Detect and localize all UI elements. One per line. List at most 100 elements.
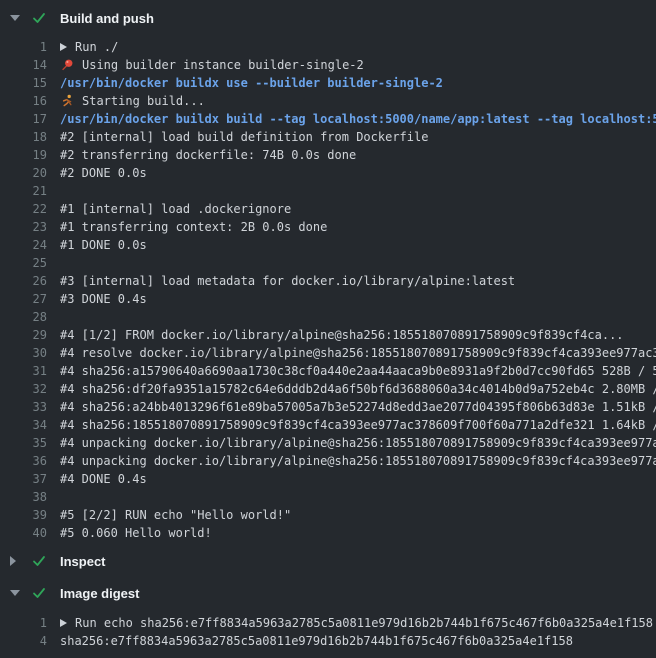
line-number[interactable]: 28 bbox=[0, 308, 60, 326]
line-text: #4 [1/2] FROM docker.io/library/alpine@s… bbox=[60, 326, 656, 344]
line-number[interactable]: 34 bbox=[0, 416, 60, 434]
line-content: #4 DONE 0.4s bbox=[60, 470, 147, 488]
line-content: #4 [1/2] FROM docker.io/library/alpine@s… bbox=[60, 326, 624, 344]
line-number[interactable]: 37 bbox=[0, 470, 60, 488]
line-number[interactable]: 35 bbox=[0, 434, 60, 452]
line-content: #4 unpacking docker.io/library/alpine@sh… bbox=[60, 434, 656, 452]
line-number[interactable]: 16 bbox=[0, 92, 60, 110]
line-text: Run ./ bbox=[60, 38, 656, 56]
line-text: /usr/bin/docker buildx build --tag local… bbox=[60, 110, 656, 128]
line-text: #5 0.060 Hello world! bbox=[60, 524, 656, 542]
log-line: 39#5 [2/2] RUN echo "Hello world!" bbox=[0, 506, 656, 524]
line-content: Starting build... bbox=[82, 92, 205, 110]
log-line: 30#4 resolve docker.io/library/alpine@sh… bbox=[0, 344, 656, 362]
line-content: #1 transferring context: 2B 0.0s done bbox=[60, 218, 327, 236]
success-check-icon bbox=[31, 553, 47, 569]
line-number[interactable]: 1 bbox=[0, 38, 60, 56]
line-number[interactable]: 32 bbox=[0, 380, 60, 398]
section-header-image-digest[interactable]: Image digest bbox=[0, 580, 656, 606]
line-number[interactable]: 30 bbox=[0, 344, 60, 362]
log-line: 28 bbox=[0, 308, 656, 326]
line-content: #2 [internal] load build definition from… bbox=[60, 128, 428, 146]
chevron-down-icon[interactable] bbox=[10, 15, 22, 21]
log-line: 20#2 DONE 0.0s bbox=[0, 164, 656, 182]
line-content: #5 0.060 Hello world! bbox=[60, 524, 212, 542]
line-text: /usr/bin/docker buildx use --builder bui… bbox=[60, 74, 656, 92]
log-line: 34#4 sha256:185518070891758909c9f839cf4c… bbox=[0, 416, 656, 434]
log-line: 37#4 DONE 0.4s bbox=[0, 470, 656, 488]
line-number[interactable]: 26 bbox=[0, 272, 60, 290]
section-header-build-and-push[interactable]: Build and push bbox=[0, 5, 656, 31]
line-content: #5 [2/2] RUN echo "Hello world!" bbox=[60, 506, 291, 524]
line-content: #2 DONE 0.0s bbox=[60, 164, 147, 182]
line-content: #2 transferring dockerfile: 74B 0.0s don… bbox=[60, 146, 356, 164]
line-content: #4 sha256:185518070891758909c9f839cf4ca3… bbox=[60, 416, 656, 434]
line-number[interactable]: 31 bbox=[0, 362, 60, 380]
line-number[interactable]: 39 bbox=[0, 506, 60, 524]
log-line: 24#1 DONE 0.0s bbox=[0, 236, 656, 254]
line-number[interactable]: 17 bbox=[0, 110, 60, 128]
section-header-inspect[interactable]: Inspect bbox=[0, 548, 656, 574]
log-line: 19#2 transferring dockerfile: 74B 0.0s d… bbox=[0, 146, 656, 164]
play-expander-icon[interactable] bbox=[60, 43, 67, 51]
line-number[interactable]: 1 bbox=[0, 614, 60, 632]
line-content: #4 sha256:a24bb4013296f61e89ba57005a7b3e… bbox=[60, 398, 656, 416]
line-content: /usr/bin/docker buildx build --tag local… bbox=[60, 110, 656, 128]
line-number[interactable]: 4 bbox=[0, 632, 60, 650]
log-line: 33#4 sha256:a24bb4013296f61e89ba57005a7b… bbox=[0, 398, 656, 416]
line-number[interactable]: 33 bbox=[0, 398, 60, 416]
line-number[interactable]: 40 bbox=[0, 524, 60, 542]
line-content: #4 sha256:df20fa9351a15782c64e6dddb2d4a6… bbox=[60, 380, 656, 398]
line-text: #3 [internal] load metadata for docker.i… bbox=[60, 272, 656, 290]
line-number[interactable]: 14 bbox=[0, 56, 60, 74]
line-number[interactable]: 24 bbox=[0, 236, 60, 254]
pushpin-icon bbox=[60, 58, 74, 72]
line-text: Using builder instance builder-single-2 bbox=[60, 56, 656, 74]
line-number[interactable]: 36 bbox=[0, 452, 60, 470]
line-text: #4 sha256:df20fa9351a15782c64e6dddb2d4a6… bbox=[60, 380, 656, 398]
line-content: #3 [internal] load metadata for docker.i… bbox=[60, 272, 515, 290]
chevron-right-icon[interactable] bbox=[10, 556, 22, 566]
line-number[interactable]: 21 bbox=[0, 182, 60, 200]
log-line: 29#4 [1/2] FROM docker.io/library/alpine… bbox=[0, 326, 656, 344]
log-line: 40#5 0.060 Hello world! bbox=[0, 524, 656, 542]
line-number[interactable]: 15 bbox=[0, 74, 60, 92]
chevron-down-icon[interactable] bbox=[10, 590, 22, 596]
line-number[interactable]: 18 bbox=[0, 128, 60, 146]
line-text bbox=[60, 254, 656, 272]
line-text: #2 transferring dockerfile: 74B 0.0s don… bbox=[60, 146, 656, 164]
line-text bbox=[60, 182, 656, 200]
line-number[interactable]: 27 bbox=[0, 290, 60, 308]
line-content: #4 resolve docker.io/library/alpine@sha2… bbox=[60, 344, 656, 362]
line-content: Run echo sha256:e7ff8834a5963a2785c5a081… bbox=[75, 614, 653, 632]
line-text bbox=[60, 308, 656, 326]
log-line: 15/usr/bin/docker buildx use --builder b… bbox=[0, 74, 656, 92]
line-content: Run ./ bbox=[75, 38, 118, 56]
play-expander-icon[interactable] bbox=[60, 619, 67, 627]
line-text: #4 DONE 0.4s bbox=[60, 470, 656, 488]
line-number[interactable]: 20 bbox=[0, 164, 60, 182]
log-line: 14 Using builder instance builder-single-… bbox=[0, 56, 656, 74]
line-text: sha256:e7ff8834a5963a2785c5a0811e979d16b… bbox=[60, 632, 656, 650]
section-title: Image digest bbox=[60, 586, 139, 601]
line-text: Run echo sha256:e7ff8834a5963a2785c5a081… bbox=[60, 614, 656, 632]
log-line: 25 bbox=[0, 254, 656, 272]
log-line: 36#4 unpacking docker.io/library/alpine@… bbox=[0, 452, 656, 470]
line-text: #4 sha256:185518070891758909c9f839cf4ca3… bbox=[60, 416, 656, 434]
line-number[interactable]: 38 bbox=[0, 488, 60, 506]
section-title: Inspect bbox=[60, 554, 106, 569]
line-text: #3 DONE 0.4s bbox=[60, 290, 656, 308]
line-content: #4 unpacking docker.io/library/alpine@sh… bbox=[60, 452, 656, 470]
log-line: 27#3 DONE 0.4s bbox=[0, 290, 656, 308]
line-text bbox=[60, 488, 656, 506]
line-number[interactable]: 22 bbox=[0, 200, 60, 218]
line-number[interactable]: 23 bbox=[0, 218, 60, 236]
line-content: Using builder instance builder-single-2 bbox=[82, 56, 364, 74]
line-text: #4 sha256:a15790640a6690aa1730c38cf0a440… bbox=[60, 362, 656, 380]
line-text: #1 DONE 0.0s bbox=[60, 236, 656, 254]
line-text: #2 DONE 0.0s bbox=[60, 164, 656, 182]
line-number[interactable]: 25 bbox=[0, 254, 60, 272]
log-line: 23#1 transferring context: 2B 0.0s done bbox=[0, 218, 656, 236]
line-number[interactable]: 29 bbox=[0, 326, 60, 344]
line-number[interactable]: 19 bbox=[0, 146, 60, 164]
